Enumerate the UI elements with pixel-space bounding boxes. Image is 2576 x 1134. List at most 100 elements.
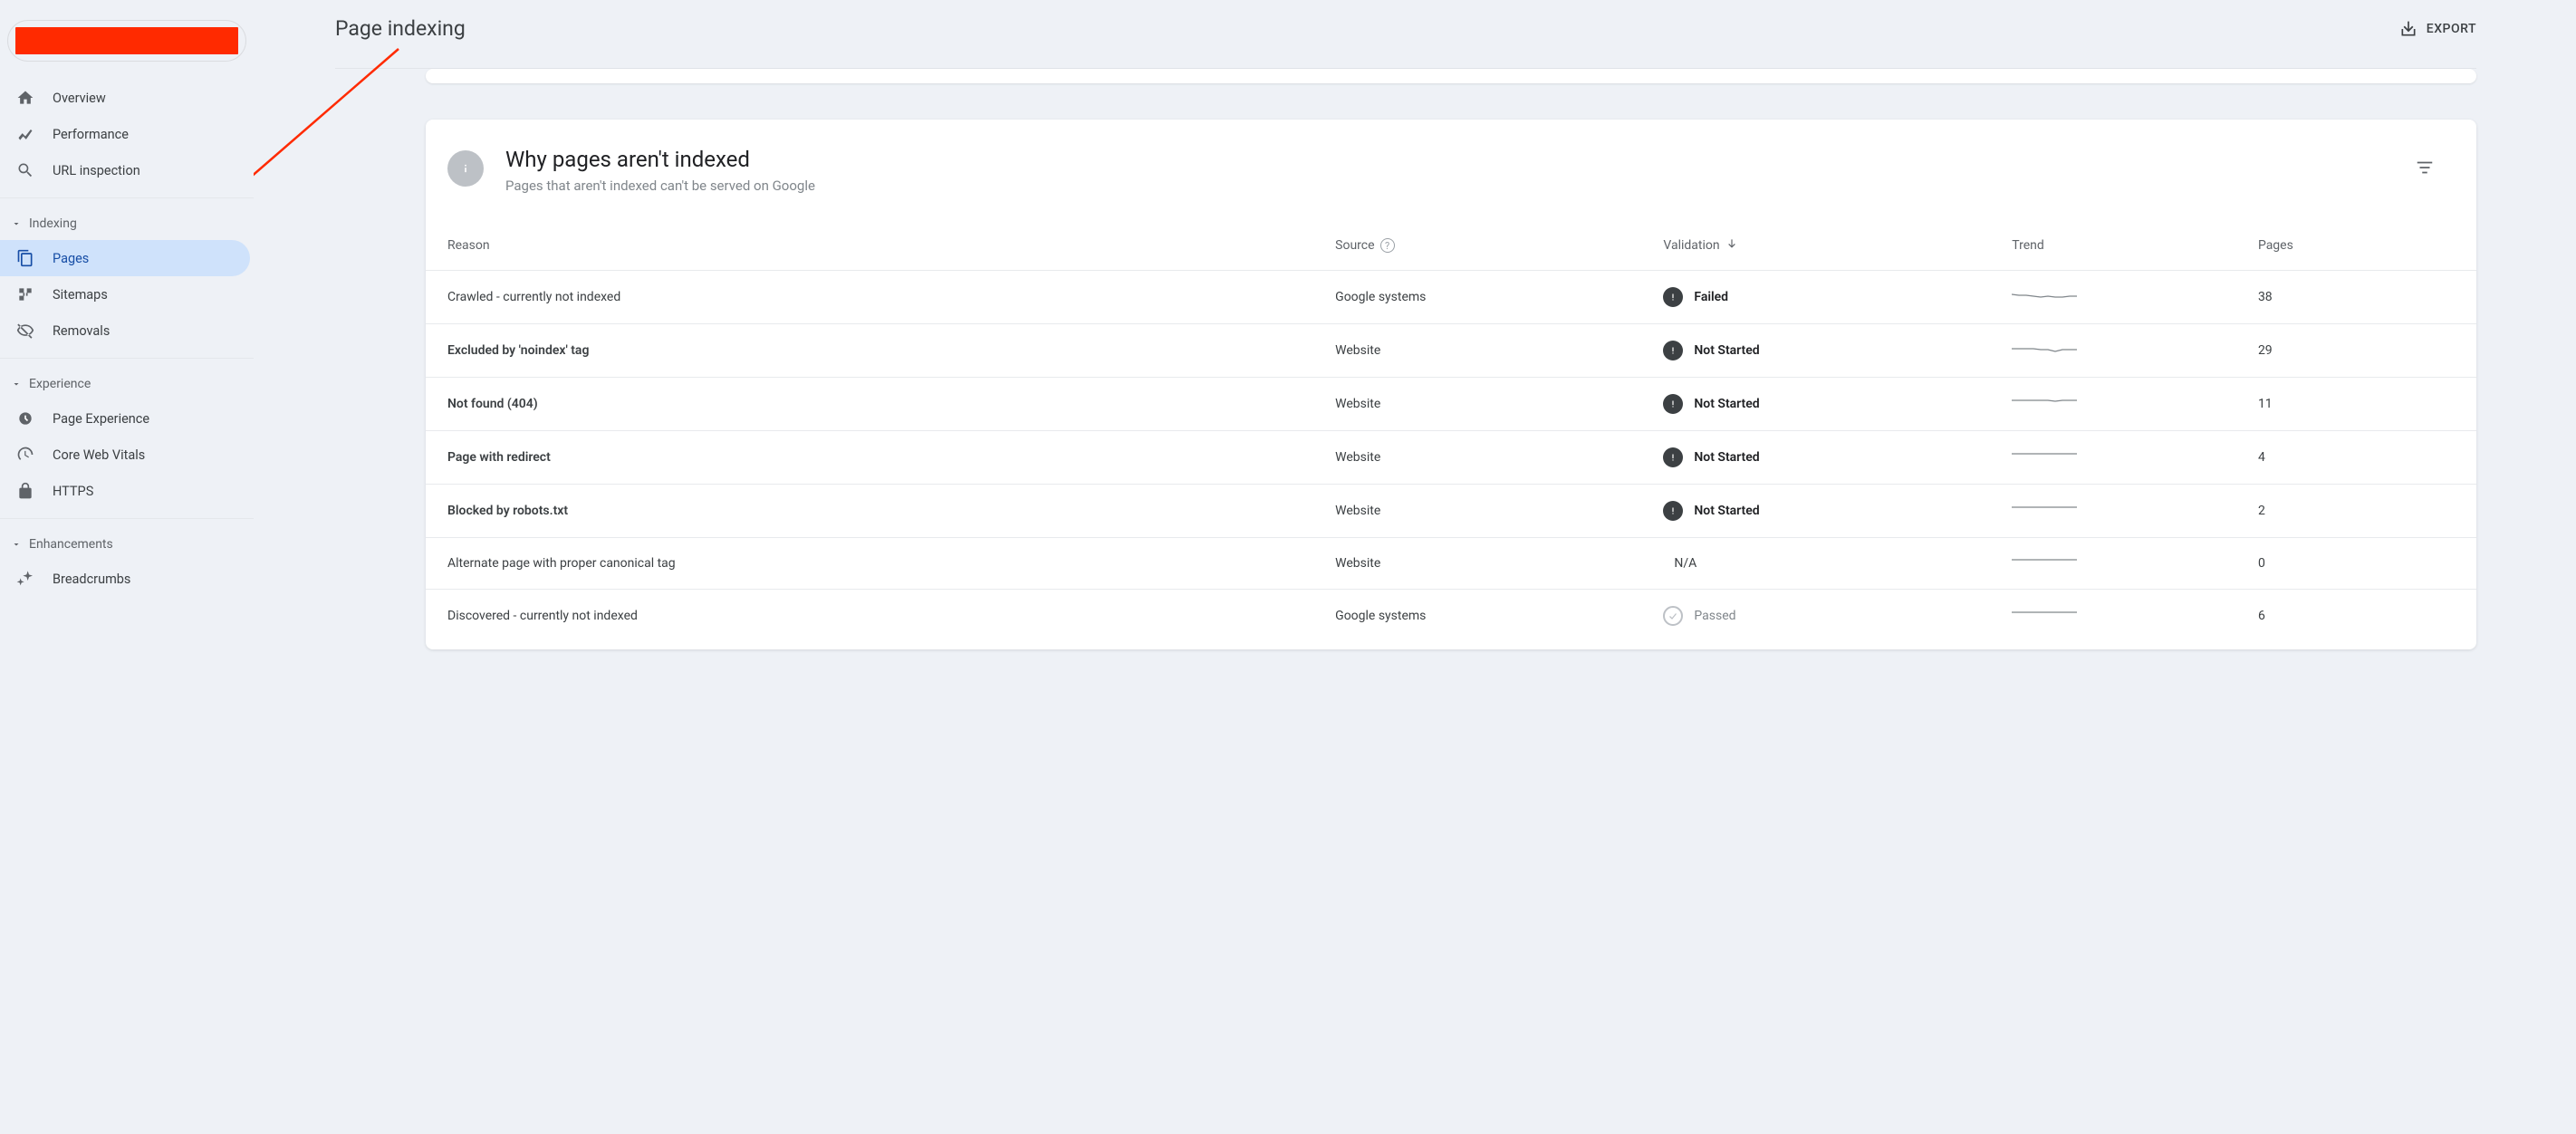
col-header-source-label: Source bbox=[1335, 238, 1374, 253]
exclaim-icon bbox=[1663, 394, 1683, 414]
sidebar: Overview Performance URL inspection Inde… bbox=[0, 0, 254, 1134]
trend-icon bbox=[16, 125, 34, 143]
breadcrumbs-icon bbox=[16, 570, 34, 588]
sidebar-item-url-inspection[interactable]: URL inspection bbox=[0, 152, 250, 188]
section-head-experience[interactable]: Experience bbox=[0, 368, 254, 400]
section-label: Experience bbox=[29, 377, 91, 391]
pages-cell: 6 bbox=[2251, 590, 2476, 643]
sidebar-item-label: Performance bbox=[53, 127, 129, 142]
filter-button[interactable] bbox=[2409, 152, 2440, 187]
table-row[interactable]: Discovered - currently not indexedGoogle… bbox=[426, 590, 2476, 643]
cwv-icon bbox=[16, 446, 34, 464]
arrow-down-icon bbox=[1725, 237, 1738, 254]
sidebar-item-https[interactable]: HTTPS bbox=[0, 473, 250, 509]
validation-cell: N/A bbox=[1656, 538, 2004, 590]
sidebar-item-sitemaps[interactable]: Sitemaps bbox=[0, 276, 250, 312]
reason-cell: Page with redirect bbox=[426, 431, 1328, 485]
exclaim-icon bbox=[1663, 341, 1683, 360]
sparkline bbox=[2012, 502, 2077, 516]
main-content: Page indexing EXPORT Why pages aren't in… bbox=[254, 0, 2576, 1134]
table-row[interactable]: Crawled - currently not indexedGoogle sy… bbox=[426, 271, 2476, 324]
section-head-indexing[interactable]: Indexing bbox=[0, 207, 254, 240]
pageexp-icon bbox=[16, 409, 34, 428]
validation-cell: Failed bbox=[1656, 271, 2004, 324]
validation-cell: Passed bbox=[1656, 590, 2004, 643]
trend-cell bbox=[2004, 324, 2251, 378]
trend-cell bbox=[2004, 590, 2251, 643]
filter-icon bbox=[2415, 158, 2435, 178]
sidebar-item-core-web-vitals[interactable]: Core Web Vitals bbox=[0, 437, 250, 473]
source-cell: Website bbox=[1328, 431, 1656, 485]
table-row[interactable]: Alternate page with proper canonical tag… bbox=[426, 538, 2476, 590]
section-head-enhancements[interactable]: Enhancements bbox=[0, 528, 254, 561]
exclaim-icon bbox=[1663, 287, 1683, 307]
sidebar-item-removals[interactable]: Removals bbox=[0, 312, 250, 349]
source-cell: Website bbox=[1328, 485, 1656, 538]
help-icon[interactable]: ? bbox=[1380, 238, 1395, 253]
validation-cell: Not Started bbox=[1656, 324, 2004, 378]
sitemaps-icon bbox=[16, 285, 34, 303]
previous-card-tail bbox=[426, 69, 2476, 83]
sidebar-item-label: Page Experience bbox=[53, 411, 149, 427]
pages-cell: 11 bbox=[2251, 378, 2476, 431]
redacted-property bbox=[15, 27, 238, 54]
page-title: Page indexing bbox=[335, 16, 466, 41]
card-title: Why pages aren't indexed bbox=[505, 147, 2388, 172]
col-header-validation[interactable]: Validation bbox=[1656, 221, 2004, 271]
pages-icon bbox=[16, 249, 34, 267]
source-cell: Google systems bbox=[1328, 271, 1656, 324]
table-row[interactable]: Not found (404)WebsiteNot Started11 bbox=[426, 378, 2476, 431]
col-header-pages[interactable]: Pages bbox=[2251, 221, 2476, 271]
sidebar-item-label: Pages bbox=[53, 251, 89, 266]
col-header-source[interactable]: Source ? bbox=[1328, 221, 1656, 271]
sidebar-item-label: Overview bbox=[53, 91, 106, 106]
card-subtitle: Pages that aren't indexed can't be serve… bbox=[505, 178, 2388, 194]
check-icon bbox=[1663, 606, 1683, 626]
sidebar-item-page-experience[interactable]: Page Experience bbox=[0, 400, 250, 437]
trend-cell bbox=[2004, 538, 2251, 590]
source-cell: Website bbox=[1328, 538, 1656, 590]
sparkline bbox=[2012, 395, 2077, 409]
table-row[interactable]: Page with redirectWebsiteNot Started4 bbox=[426, 431, 2476, 485]
trend-cell bbox=[2004, 485, 2251, 538]
removals-icon bbox=[16, 322, 34, 340]
sidebar-item-label: Core Web Vitals bbox=[53, 447, 145, 463]
table-row[interactable]: Blocked by robots.txtWebsiteNot Started 2 bbox=[426, 485, 2476, 538]
info-icon bbox=[447, 150, 484, 187]
sparkline bbox=[2012, 448, 2077, 463]
reason-cell: Blocked by robots.txt bbox=[426, 485, 1328, 538]
reason-cell: Not found (404) bbox=[426, 378, 1328, 431]
why-not-indexed-card: Why pages aren't indexed Pages that aren… bbox=[426, 120, 2476, 649]
sparkline bbox=[2012, 341, 2077, 356]
caret-down-icon bbox=[11, 539, 22, 550]
property-selector[interactable] bbox=[7, 20, 246, 62]
validation-cell: Not Started bbox=[1656, 485, 2004, 538]
sidebar-item-label: URL inspection bbox=[53, 163, 140, 178]
pages-cell: 29 bbox=[2251, 324, 2476, 378]
sidebar-item-label: HTTPS bbox=[53, 484, 93, 499]
col-header-trend[interactable]: Trend bbox=[2004, 221, 2251, 271]
exclaim-icon bbox=[1663, 447, 1683, 467]
validation-cell: Not Started bbox=[1656, 431, 2004, 485]
pages-cell: 2 bbox=[2251, 485, 2476, 538]
sidebar-item-breadcrumbs[interactable]: Breadcrumbs bbox=[0, 561, 250, 597]
section-label: Enhancements bbox=[29, 537, 113, 552]
source-cell: Website bbox=[1328, 378, 1656, 431]
section-label: Indexing bbox=[29, 216, 77, 231]
reason-cell: Crawled - currently not indexed bbox=[426, 271, 1328, 324]
sidebar-item-performance[interactable]: Performance bbox=[0, 116, 250, 152]
caret-down-icon bbox=[11, 379, 22, 389]
sidebar-item-overview[interactable]: Overview bbox=[0, 80, 250, 116]
col-header-reason[interactable]: Reason bbox=[426, 221, 1328, 271]
source-cell: Google systems bbox=[1328, 590, 1656, 643]
lock-icon bbox=[16, 482, 34, 500]
trend-cell bbox=[2004, 378, 2251, 431]
download-icon bbox=[2399, 20, 2417, 38]
sidebar-item-pages[interactable]: Pages bbox=[0, 240, 250, 276]
sidebar-item-label: Sitemaps bbox=[53, 287, 108, 303]
export-label: EXPORT bbox=[2427, 22, 2476, 36]
search-icon bbox=[16, 161, 34, 179]
export-button[interactable]: EXPORT bbox=[2399, 20, 2476, 38]
sidebar-item-label: Breadcrumbs bbox=[53, 572, 130, 587]
table-row[interactable]: Excluded by 'noindex' tagWebsiteNot Star… bbox=[426, 324, 2476, 378]
